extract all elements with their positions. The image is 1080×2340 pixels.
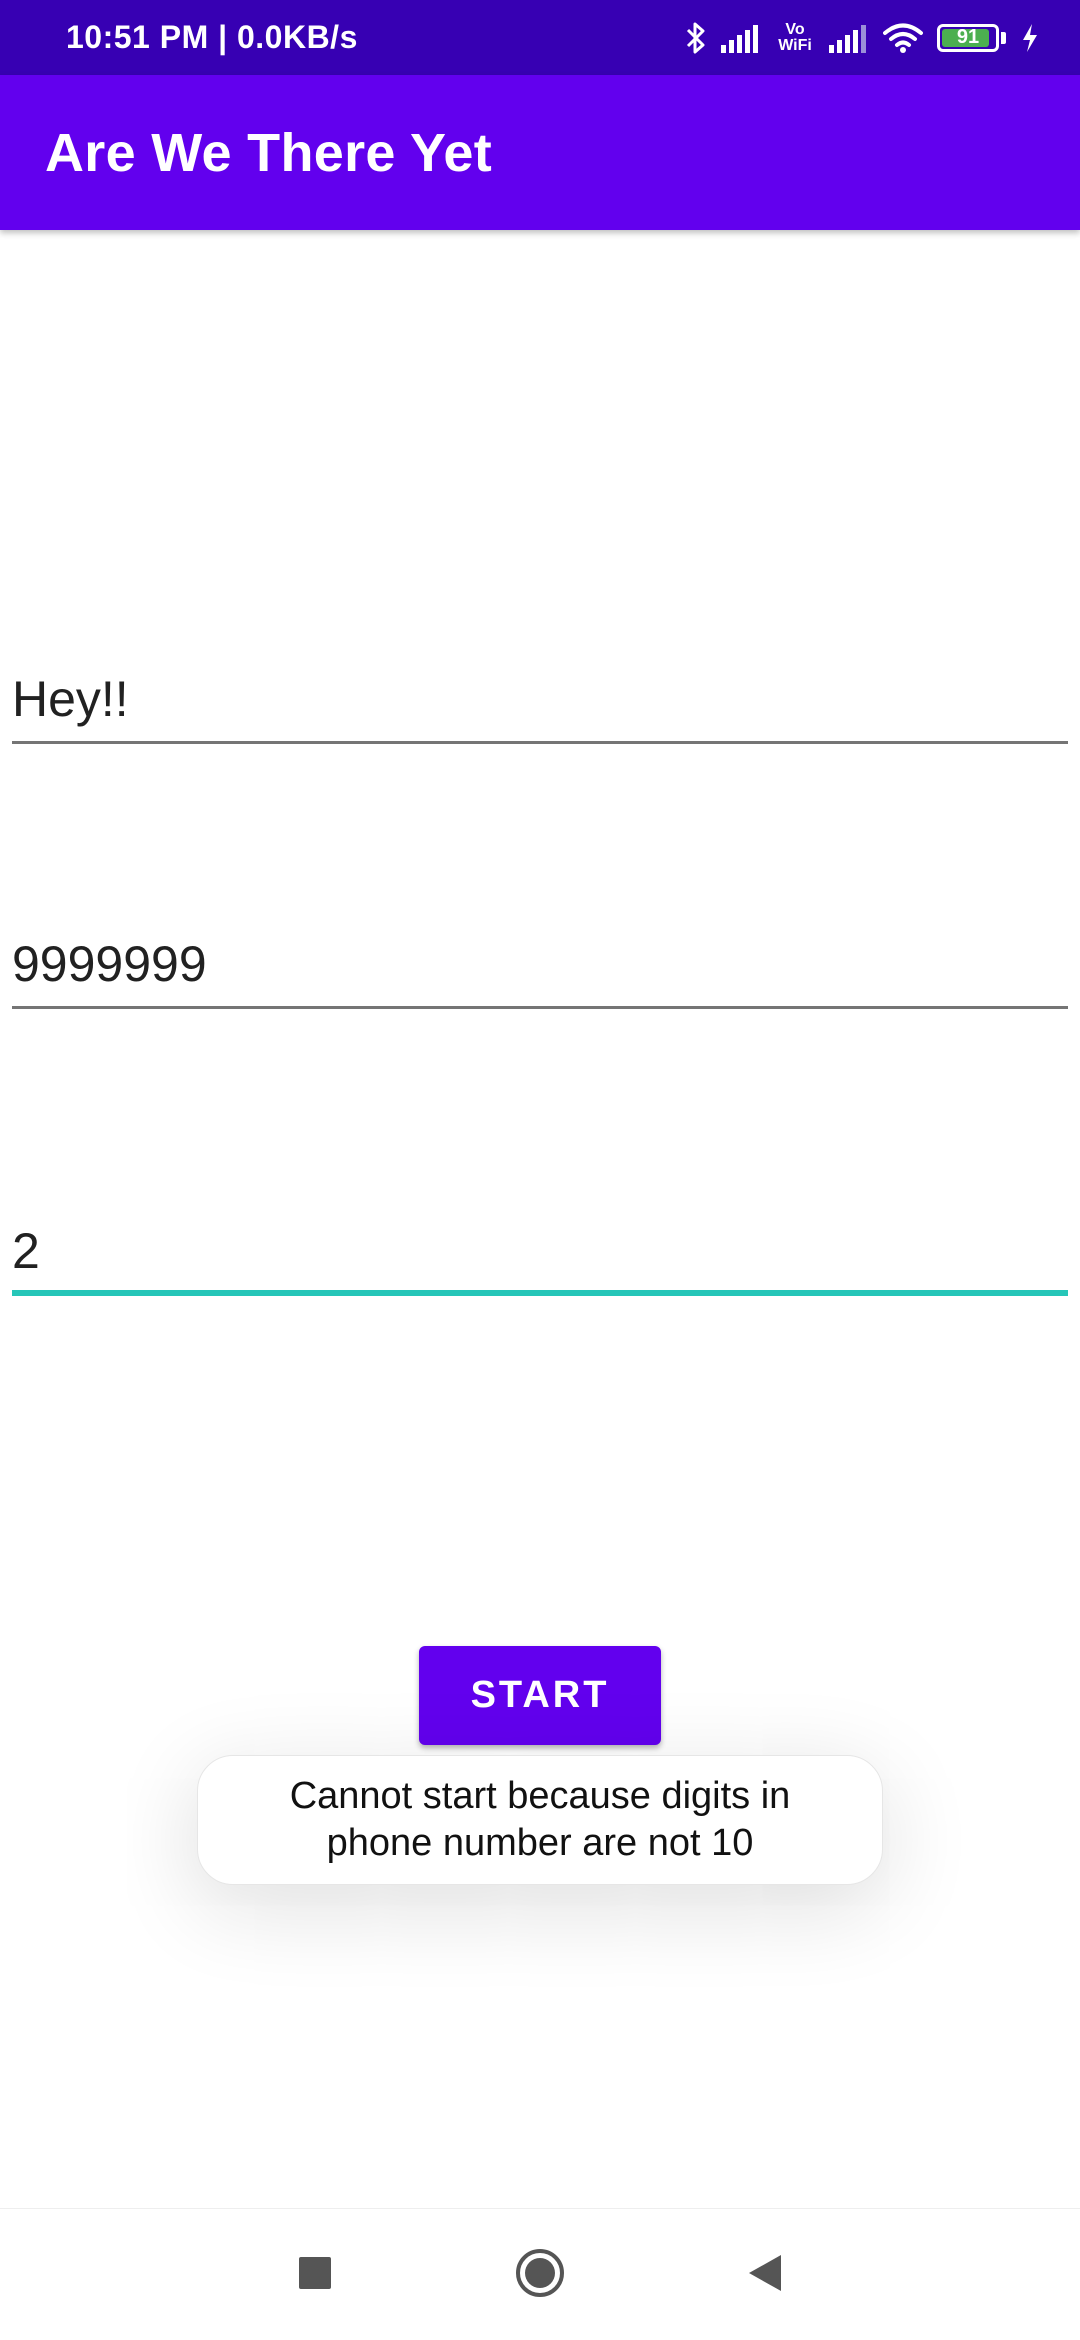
- phone-number-input-underline: [12, 1006, 1068, 1009]
- start-button[interactable]: START: [419, 1646, 661, 1745]
- minutes-input-underline: [12, 1290, 1068, 1296]
- signal-icon: [829, 23, 869, 53]
- status-bar: 10:51 PM | 0.0KB/s Vo WiFi 91: [0, 0, 1080, 75]
- recents-icon: [298, 2256, 332, 2295]
- status-time-speed: 10:51 PM | 0.0KB/s: [66, 19, 358, 55]
- battery-icon: 91: [937, 23, 1006, 52]
- vowifi-icon: Vo WiFi: [775, 20, 815, 54]
- back-icon: [747, 2253, 783, 2298]
- recents-button[interactable]: [280, 2209, 350, 2340]
- message-input[interactable]: Hey!!: [12, 650, 1068, 744]
- minutes-input[interactable]: 2: [12, 1200, 1068, 1296]
- navigation-bar: [0, 2208, 1080, 2340]
- vowifi-top-text: Vo: [785, 20, 805, 38]
- minutes-input-value: 2: [12, 1223, 40, 1279]
- phone-number-input-value: 9999999: [12, 936, 207, 992]
- battery-level: 91: [956, 26, 980, 48]
- bluetooth-icon: [685, 21, 707, 55]
- vowifi-bottom-text: WiFi: [778, 36, 812, 54]
- wifi-icon: [883, 22, 923, 54]
- screen: 10:51 PM | 0.0KB/s Vo WiFi 91 Are We The…: [0, 0, 1080, 2340]
- home-icon: [514, 2247, 566, 2304]
- message-input-underline: [12, 741, 1068, 744]
- back-button[interactable]: [730, 2209, 800, 2340]
- toast-message: Cannot start because digits in phone num…: [197, 1755, 883, 1885]
- app-title: Are We There Yet: [45, 122, 493, 183]
- message-input-value: Hey!!: [12, 671, 129, 727]
- charging-icon: [1020, 23, 1040, 53]
- home-button[interactable]: [505, 2209, 575, 2340]
- app-bar: Are We There Yet: [0, 75, 1080, 230]
- toast-text: Cannot start because digits in phone num…: [289, 1775, 791, 1864]
- phone-number-input[interactable]: 9999999: [12, 915, 1068, 1009]
- signal-icon: [721, 23, 761, 53]
- status-icons: Vo WiFi 91: [685, 0, 1040, 75]
